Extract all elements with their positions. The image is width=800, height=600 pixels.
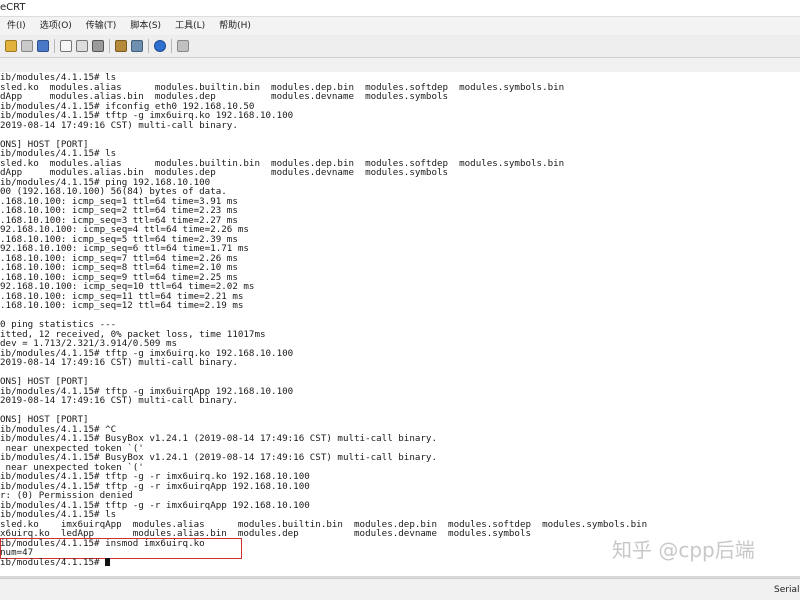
menu-bar: 件(I) 选项(O) 传输(T) 脚本(S) 工具(L) 帮助(H) — [0, 17, 800, 35]
terminal-output[interactable]: 知乎 @cpp后端 ib/modules/4.1.15# ls sled.ko m… — [0, 72, 800, 576]
find-icon[interactable] — [37, 40, 49, 52]
status-text: Serial — [774, 585, 800, 595]
map-icon[interactable] — [177, 40, 189, 52]
terminal-line: 2019-08-14 17:49:16 CST) multi-call bina… — [0, 395, 238, 406]
settings-icon[interactable] — [115, 40, 127, 52]
terminal-line: 2019-08-14 17:49:16 CST) multi-call bina… — [0, 357, 238, 368]
toolbar-separator — [148, 39, 149, 53]
menu-tools[interactable]: 工具(L) — [168, 17, 212, 35]
toolbar — [0, 35, 800, 58]
print-icon[interactable] — [92, 40, 104, 52]
menu-script[interactable]: 脚本(S) — [123, 17, 168, 35]
terminal-cursor — [105, 557, 111, 566]
menu-help[interactable]: 帮助(H) — [212, 17, 258, 35]
menu-transfer[interactable]: 传输(T) — [79, 17, 124, 35]
watermark: 知乎 @cpp后端 — [612, 538, 755, 562]
reconnect-icon[interactable] — [21, 40, 33, 52]
toolbar-separator — [54, 39, 55, 53]
tools-icon[interactable] — [131, 40, 143, 52]
title-bar: eCRT — [0, 0, 800, 17]
connect-icon[interactable] — [5, 40, 17, 52]
menu-file[interactable]: 件(I) — [0, 17, 33, 35]
help-icon[interactable] — [154, 40, 166, 52]
terminal-line: ib/modules/4.1.15# — [0, 557, 111, 568]
toolbar-separator — [109, 39, 110, 53]
terminal-line: .168.10.100: icmp_seq=12 ttl=64 time=2.1… — [0, 300, 244, 311]
status-bar: Serial — [0, 578, 800, 600]
securecrt-window: eCRT 件(I) 选项(O) 传输(T) 脚本(S) 工具(L) 帮助(H) … — [0, 0, 800, 600]
paste-icon[interactable] — [76, 40, 88, 52]
terminal-line: 2019-08-14 17:49:16 CST) multi-call bina… — [0, 119, 238, 131]
toolbar-separator — [171, 39, 172, 53]
copy-icon[interactable] — [60, 40, 72, 52]
menu-options[interactable]: 选项(O) — [33, 17, 79, 35]
window-title: eCRT — [0, 2, 26, 13]
